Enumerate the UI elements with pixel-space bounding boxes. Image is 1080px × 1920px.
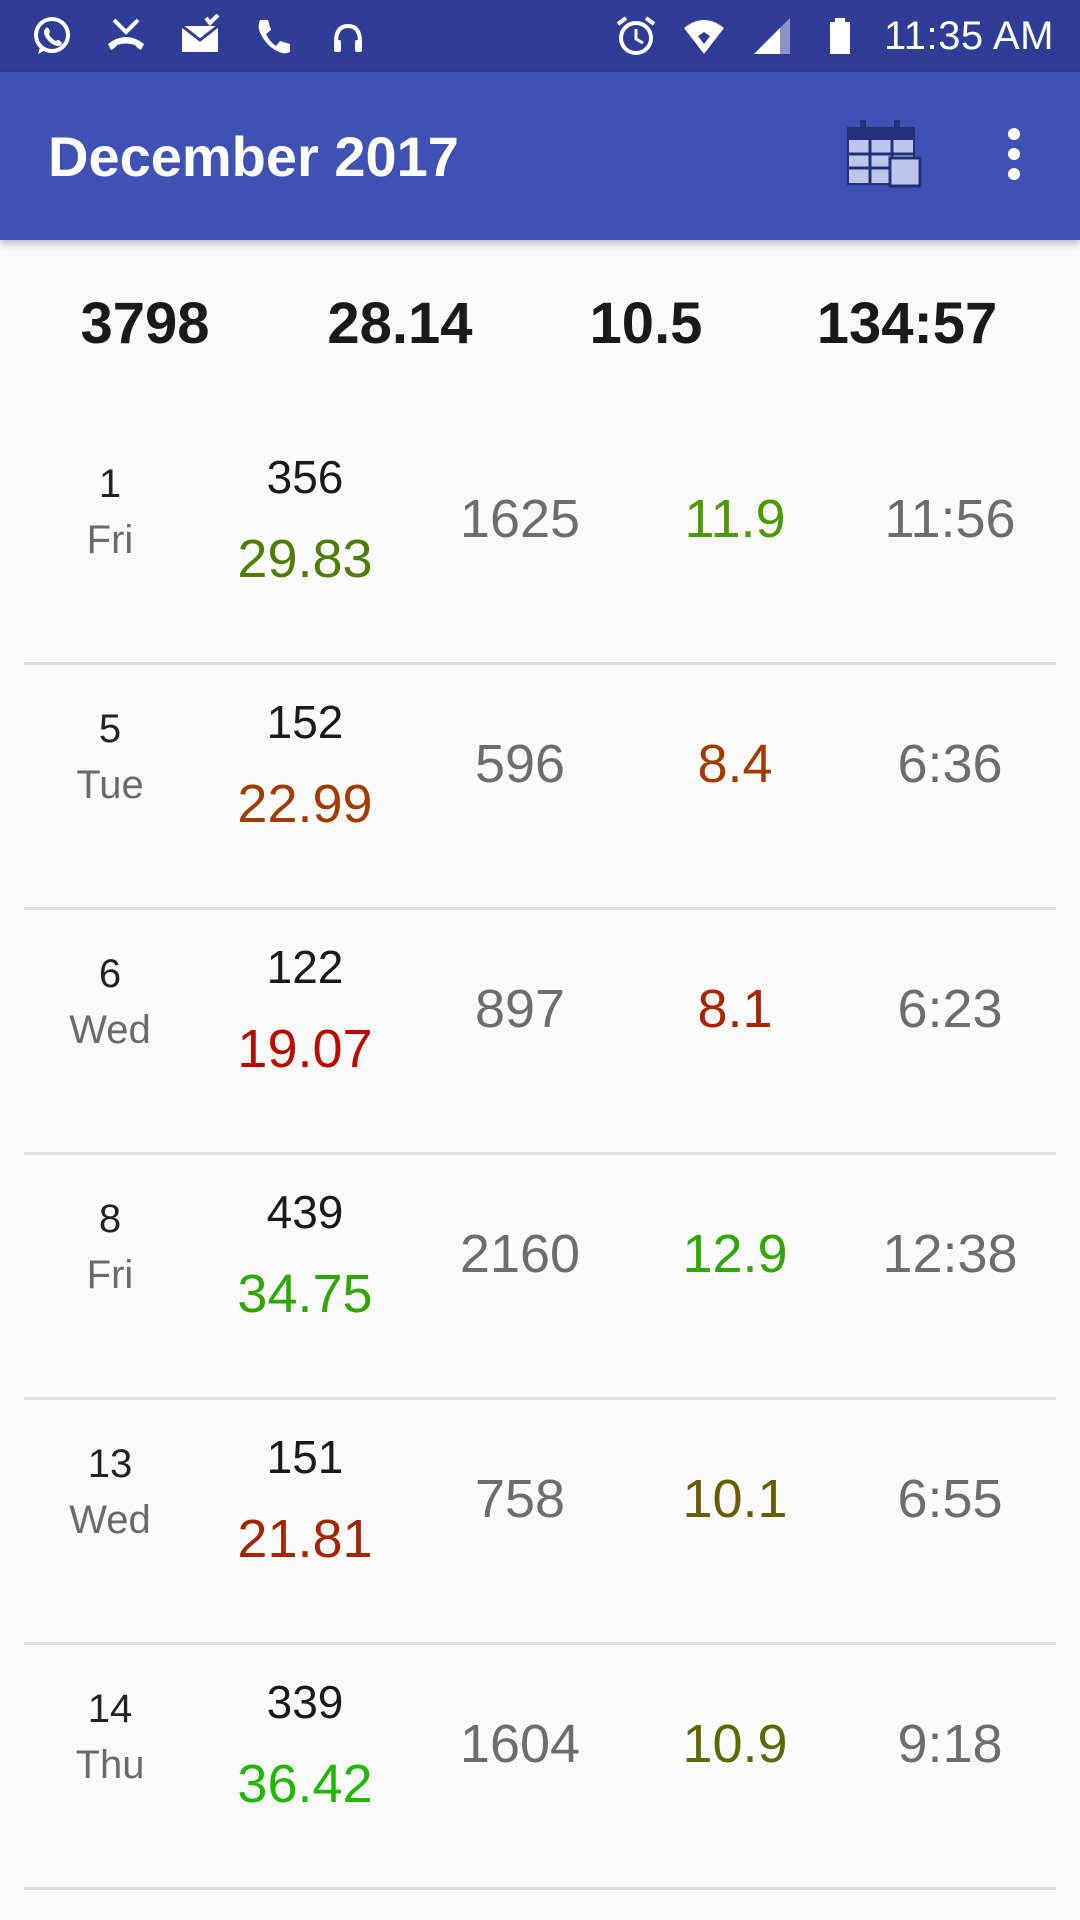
value: 2160 <box>459 1224 581 1284</box>
whatsapp-icon <box>28 12 76 60</box>
calendar-button[interactable] <box>836 108 932 204</box>
alarm-icon <box>612 12 660 60</box>
value: 1625 <box>459 489 581 549</box>
count: 152 <box>266 696 344 748</box>
duration: 11:56 <box>884 489 1016 549</box>
overflow-menu-button[interactable] <box>966 108 1062 204</box>
count: 439 <box>266 1186 344 1238</box>
weekday: Thu <box>75 1743 145 1787</box>
weekday: Fri <box>86 518 134 562</box>
weekday: Wed <box>69 1498 151 1542</box>
weekday: Wed <box>69 1008 151 1052</box>
calendar-icon <box>844 118 924 195</box>
score: 34.75 <box>237 1264 373 1324</box>
weekday: Tue <box>76 763 144 807</box>
day-number: 13 <box>87 1442 133 1486</box>
summary-total: 3798 <box>80 291 210 356</box>
day-number: 8 <box>98 1197 122 1241</box>
value: 596 <box>474 734 566 794</box>
speed: 8.4 <box>697 734 773 794</box>
mail-icon <box>176 12 224 60</box>
duration: 9:18 <box>897 1714 1003 1774</box>
more-vert-icon <box>1004 126 1024 187</box>
score: 36.42 <box>237 1754 373 1814</box>
list-item[interactable]: 1 Fri 356 29.83 1625 11.9 11:56 <box>24 420 1056 665</box>
phone-icon <box>250 12 298 60</box>
weekday: Fri <box>86 1253 134 1297</box>
summary-average-speed: 10.5 <box>589 291 703 356</box>
missed-call-icon <box>102 12 150 60</box>
count: 339 <box>266 1676 344 1728</box>
list-item[interactable]: 14 Thu 339 36.42 1604 10.9 9:18 <box>24 1645 1056 1890</box>
count: 151 <box>266 1431 344 1483</box>
list-item[interactable]: 5 Tue 152 22.99 596 8.4 6:36 <box>24 665 1056 910</box>
wifi-icon <box>680 12 728 60</box>
day-number: 5 <box>98 707 122 751</box>
page-title: December 2017 <box>48 124 459 188</box>
system-icons: 11:35 AM <box>612 12 1080 60</box>
duration: 12:38 <box>882 1224 1018 1284</box>
summary-total-time: 134:57 <box>816 291 998 356</box>
day-list: 1 Fri 356 29.83 1625 11.9 11:56 5 Tue 15… <box>0 420 1080 1890</box>
clock: 11:35 AM <box>883 13 1054 58</box>
count: 356 <box>266 451 344 503</box>
app-bar: December 2017 <box>0 72 1080 240</box>
duration: 6:23 <box>897 979 1003 1039</box>
count: 122 <box>266 941 344 993</box>
score: 19.07 <box>237 1019 373 1079</box>
month-summary: 3798 28.14 10.5 134:57 <box>0 290 1080 370</box>
speed: 8.1 <box>697 979 773 1039</box>
duration: 6:36 <box>897 734 1003 794</box>
day-number: 6 <box>98 952 122 996</box>
list-item[interactable]: 6 Wed 122 19.07 897 8.1 6:23 <box>24 910 1056 1155</box>
cell-signal-icon <box>748 12 796 60</box>
speed: 10.1 <box>682 1469 788 1529</box>
list-item[interactable]: 13 Wed 151 21.81 758 10.1 6:55 <box>24 1400 1056 1645</box>
score: 22.99 <box>237 774 373 834</box>
speed: 12.9 <box>682 1224 788 1284</box>
day-number: 14 <box>87 1687 133 1731</box>
score: 29.83 <box>237 529 373 589</box>
value: 897 <box>474 979 566 1039</box>
value: 758 <box>474 1469 566 1529</box>
status-bar: 11:35 AM <box>0 0 1080 72</box>
summary-average-score: 28.14 <box>327 291 473 356</box>
day-number: 1 <box>98 462 122 506</box>
score: 21.81 <box>237 1509 373 1569</box>
speed: 10.9 <box>682 1714 788 1774</box>
duration: 6:55 <box>897 1469 1003 1529</box>
list-item[interactable]: 8 Fri 439 34.75 2160 12.9 12:38 <box>24 1155 1056 1400</box>
headset-icon <box>324 12 372 60</box>
value: 1604 <box>459 1714 581 1774</box>
app-bar-actions <box>836 108 1080 204</box>
battery-icon <box>816 12 864 60</box>
speed: 11.9 <box>684 489 786 549</box>
notification-icons <box>0 12 372 60</box>
